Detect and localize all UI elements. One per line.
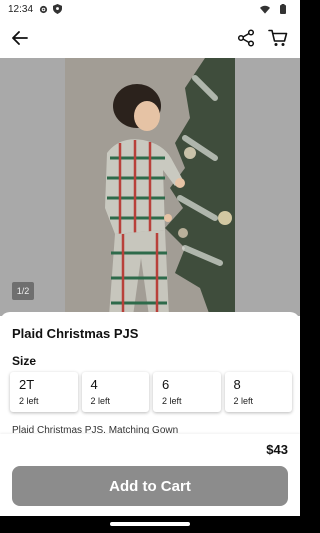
size-stock: 2 left [90,396,111,406]
size-value: 4 [90,377,98,392]
size-option-4[interactable]: 4 2 left [81,372,149,412]
size-stock: 2 left [162,396,182,406]
size-stock: 2 left [233,396,254,406]
status-bar: 12:34 [0,0,300,18]
shield-icon [52,4,62,14]
size-value: 8 [233,377,241,392]
product-title: Plaid Christmas PJS [12,326,139,341]
share-icon[interactable] [235,27,257,49]
size-value: 6 [162,377,170,392]
product-photo [65,58,235,316]
system-nav-bar [0,516,300,533]
size-option-6[interactable]: 6 2 left [153,372,221,412]
image-counter: 1/2 [12,282,34,300]
size-option-2t[interactable]: 2T 2 left [10,372,78,412]
status-time: 12:34 [8,3,34,15]
product-gallery[interactable]: 1/2 [0,58,300,316]
app-bar [0,18,300,58]
add-to-cart-button[interactable]: Add to Cart [12,466,288,506]
battery-icon [278,4,288,14]
product-screen: 12:34 1/2 Plaid Christmas PJS Size 2T 2 … [0,0,300,533]
size-option-8[interactable]: 8 2 left [224,372,292,412]
home-gesture-handle[interactable] [110,522,190,526]
gear-icon [38,4,48,14]
product-price: $43 [266,442,288,457]
cart-icon[interactable] [266,27,290,49]
size-stock: 2 left [19,396,39,406]
back-arrow-icon[interactable] [10,28,30,48]
wifi-icon [260,4,270,14]
size-options: 2T 2 left 4 2 left 6 2 left 8 2 left [10,372,292,412]
size-value: 2T [19,377,35,392]
size-label: Size [12,354,37,368]
purchase-footer: $43 Add to Cart [0,434,300,516]
